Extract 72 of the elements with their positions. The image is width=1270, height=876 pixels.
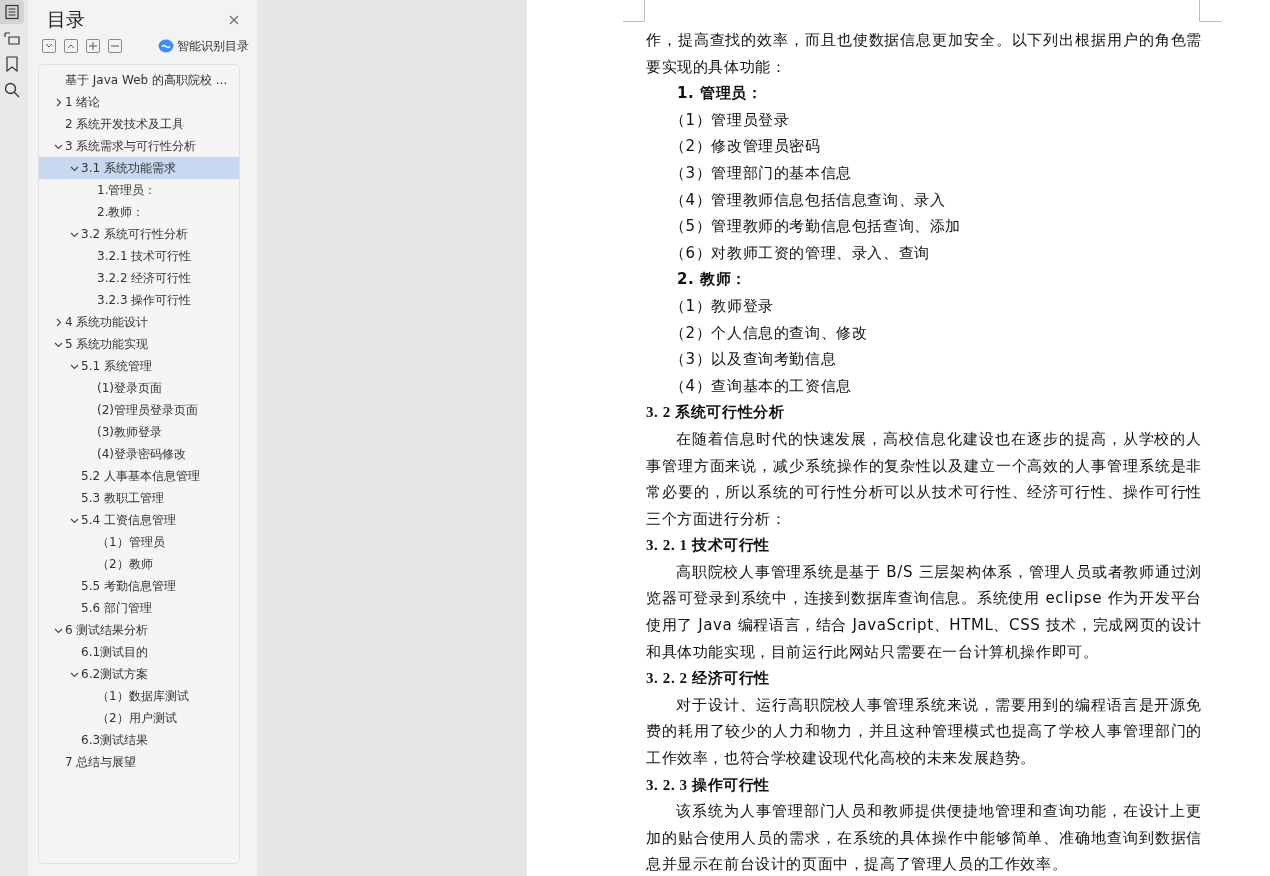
body-paragraph: 作，提高查找的效率，而且也使数据信息更加安全。以下列出根据用户的角色需要实现的具体功能： [646,30,1202,78]
toc-item[interactable]: （1）管理员 [39,531,239,553]
close-icon[interactable] [229,15,239,25]
toc-item[interactable]: （1）数据库测试 [39,685,239,707]
toc-item[interactable]: (1)登录页面 [39,377,239,399]
smart-toc-button[interactable]: 智能识别目录 [158,37,249,55]
search-icon [4,82,20,98]
subsection-heading: 3. 2. 3 操作可行性 [646,775,772,795]
chevron-up-icon [67,43,75,49]
plus-icon [89,42,97,50]
toc-item[interactable]: (4)登录密码修改 [39,443,239,465]
cloud-icon [158,39,174,53]
body-paragraph: 对于设计、运行高职院校人事管理系统来说，需要用到的编程语言是开源免费的耗用了较少的人力和物力，并且这种管理模式也提高了学校人事管理部门的工作效率，也符合学校建设现代化高校的未来发展趋势。 [646,694,1202,770]
list-heading: 1. 管理员： [676,83,764,105]
rail-tab[interactable] [0,0,24,24]
list-item: （4）查询基本的工资信息 [669,375,853,397]
body-paragraph: 在随着信息时代的快速发展，高校信息化建设也在逐步的提高，从学校的人事管理方面来说，减少系统操作的复杂性以及建立一个高效的人事管理系统是非常必要的，所以系统的可行性分析可以从技术可行性、经济可行性、操作可行性三个方面进行分析： [646,428,1202,530]
toc-item[interactable]: 1 绪论 [39,91,239,113]
toc-item[interactable]: （2）教师 [39,553,239,575]
outline-icon [4,30,20,46]
toc-item[interactable]: 5.1 系统管理 [39,355,239,377]
toc-item[interactable]: 6.3测试结果 [39,729,239,751]
list-heading: 2. 教师： [676,269,748,291]
toc-item[interactable]: 3.1 系统功能需求 [39,157,239,179]
toc-item[interactable]: 5.6 部门管理 [39,597,239,619]
subsection-heading: 3. 2. 2 经济可行性 [646,669,772,689]
table-of-contents-icon [4,4,20,20]
panel-title: 目录 [47,7,85,32]
toc-item[interactable]: 2 系统开发技术及工具 [39,113,239,135]
remove-button[interactable] [108,39,122,53]
list-item: （1）教师登录 [669,295,775,317]
body-paragraph: 该系统为人事管理部门人员和教师提供便捷地管理和查询功能，在设计上更加的贴合使用人员的需求，在系统的具体操作中能够简单、准确地查询到数据信息并显示在前台设计的页面中，提高了管理人员的工作效率。 [646,801,1202,876]
toc-item[interactable]: 3.2.3 操作可行性 [39,289,239,311]
toc-item[interactable]: 3.2 系统可行性分析 [39,223,239,245]
toc-item[interactable]: 5.3 教职工管理 [39,487,239,509]
toc-item[interactable]: 6 测试结果分析 [39,619,239,641]
bookmark-icon [5,56,19,72]
toc-item[interactable]: 6.1测试目的 [39,641,239,663]
toc-item[interactable]: (2)管理员登录页面 [39,399,239,421]
section-heading: 3. 2 系统可行性分析 [646,403,786,423]
list-item: （1）管理员登录 [669,109,791,131]
toc-item[interactable]: 5.4 工资信息管理 [39,509,239,531]
toc-item[interactable]: 5.5 考勤信息管理 [39,575,239,597]
subsection-heading: 3. 2. 1 技术可行性 [646,536,772,556]
toc-item[interactable]: 7 总结与展望 [39,751,239,773]
toc-item[interactable]: 3.2.2 经济可行性 [39,267,239,289]
toc-item[interactable]: 3.2.1 技术可行性 [39,245,239,267]
collapse-all-button[interactable] [64,39,78,53]
crop-mark [623,0,645,22]
toc-item[interactable]: (3)教师登录 [39,421,239,443]
list-item: （2）修改管理员密码 [669,136,822,158]
toc-item[interactable]: （2）用户测试 [39,707,239,729]
list-item: （3）以及查询考勤信息 [669,349,838,371]
list-item: （2）个人信息的查询、修改 [669,322,869,344]
list-item: （6）对教师工资的管理、录入、查询 [669,242,931,264]
toc-item[interactable]: 5 系统功能实现 [39,333,239,355]
toc-item[interactable]: 6.2测试方案 [39,663,239,685]
crop-mark [1199,0,1221,22]
list-item: （4）管理教师信息包括信息查询、录入 [669,189,947,211]
toc-item[interactable]: 3 系统需求与可行性分析 [39,135,239,157]
expand-all-button[interactable] [42,39,56,53]
toc-item[interactable]: 5.2 人事基本信息管理 [39,465,239,487]
toc-item[interactable]: 4 系统功能设计 [39,311,239,333]
add-button[interactable] [86,39,100,53]
list-item: （3）管理部门的基本信息 [669,162,853,184]
toc-item[interactable]: 1.管理员： [39,179,239,201]
chevron-down-icon [45,43,53,49]
minus-icon [111,42,119,50]
toc-item[interactable]: 2.教师： [39,201,239,223]
toc-item[interactable]: 基于 Java Web 的高职院校 ... [39,69,239,91]
body-paragraph: 高职院校人事管理系统是基于 B/S 三层架构体系，管理人员或者教师通过浏览器可登录到系统中，连接到数据库查询信息。系统使用 eclipse 作为开发平台使用了 Java 编程语言，结合 JavaScript、HTML、CSS 技术，完成网页的设计和具体功能实现，目前运行此网站只需要在一台计算机操作即可。 [646,561,1202,663]
list-item: （5）管理教师的考勤信息包括查询、添加 [669,216,962,238]
